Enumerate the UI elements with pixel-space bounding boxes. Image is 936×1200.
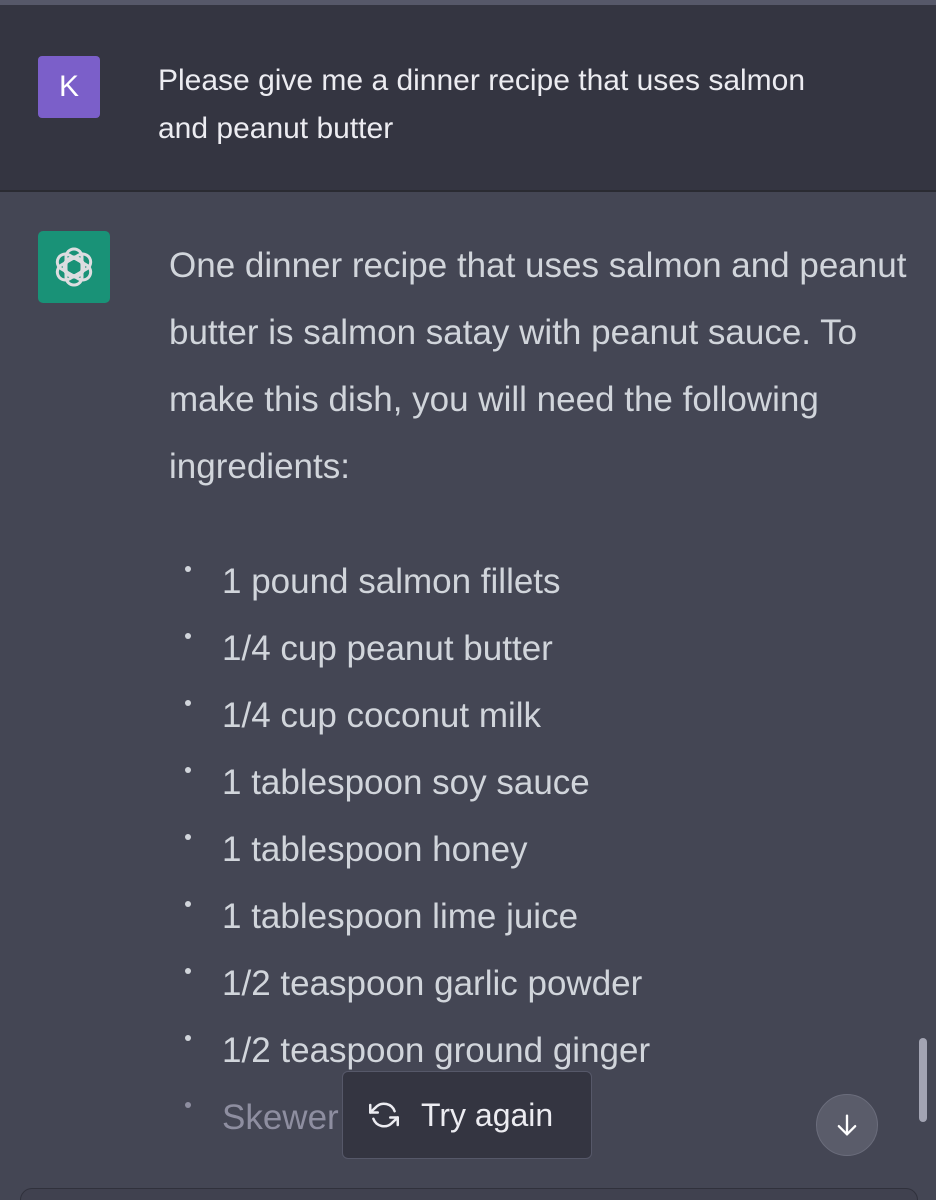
user-message-text: Please give me a dinner recipe that uses… — [158, 64, 806, 145]
assistant-avatar — [38, 231, 110, 303]
ingredient-list: 1 pound salmon fillets 1/4 cup peanut bu… — [0, 548, 720, 1151]
ingredient-text: 1/4 cup coconut milk — [222, 696, 542, 735]
list-item: 1/2 teaspoon garlic powder — [0, 950, 720, 1017]
ingredient-text: 1 tablespoon soy sauce — [222, 763, 590, 802]
bullet — [185, 566, 191, 572]
bullet — [185, 968, 191, 974]
bullet — [185, 1035, 191, 1041]
ingredient-text: 1 tablespoon honey — [222, 830, 528, 869]
ingredient-text: 1/4 cup peanut butter — [222, 629, 553, 668]
ingredient-text: 1 pound salmon fillets — [222, 562, 561, 601]
scroll-to-bottom-button[interactable] — [816, 1094, 878, 1156]
assistant-intro-text: One dinner recipe that uses salmon and p… — [169, 246, 907, 486]
scrollbar-thumb[interactable] — [919, 1038, 927, 1122]
ingredient-text: Skewer — [222, 1098, 339, 1137]
refresh-icon — [369, 1100, 399, 1130]
bullet — [185, 834, 191, 840]
bullet — [185, 700, 191, 706]
bullet — [185, 1102, 191, 1108]
try-again-label: Try again — [421, 1096, 554, 1133]
list-item: 1/4 cup peanut butter — [0, 615, 720, 682]
list-item: 1 tablespoon soy sauce — [0, 749, 720, 816]
ingredient-text: 1 tablespoon lime juice — [222, 897, 579, 936]
bullet — [185, 901, 191, 907]
openai-logo-icon — [55, 247, 93, 287]
chat-page: K Please give me a dinner recipe that us… — [0, 0, 936, 1200]
try-again-button[interactable]: Try again — [342, 1071, 592, 1159]
list-item: 1 pound salmon fillets — [0, 548, 720, 615]
ingredient-text: 1/2 teaspoon ground ginger — [222, 1031, 651, 1070]
list-item: 1 tablespoon lime juice — [0, 883, 720, 950]
ingredient-text: 1/2 teaspoon garlic powder — [222, 964, 643, 1003]
arrow-down-icon — [837, 1114, 857, 1136]
list-item: 1/4 cup coconut milk — [0, 682, 720, 749]
user-avatar: K — [38, 56, 100, 118]
message-composer[interactable] — [20, 1188, 918, 1200]
list-item: 1 tablespoon honey — [0, 816, 720, 883]
user-message: K Please give me a dinner recipe that us… — [0, 5, 936, 192]
bullet — [185, 633, 191, 639]
bullet — [185, 767, 191, 773]
